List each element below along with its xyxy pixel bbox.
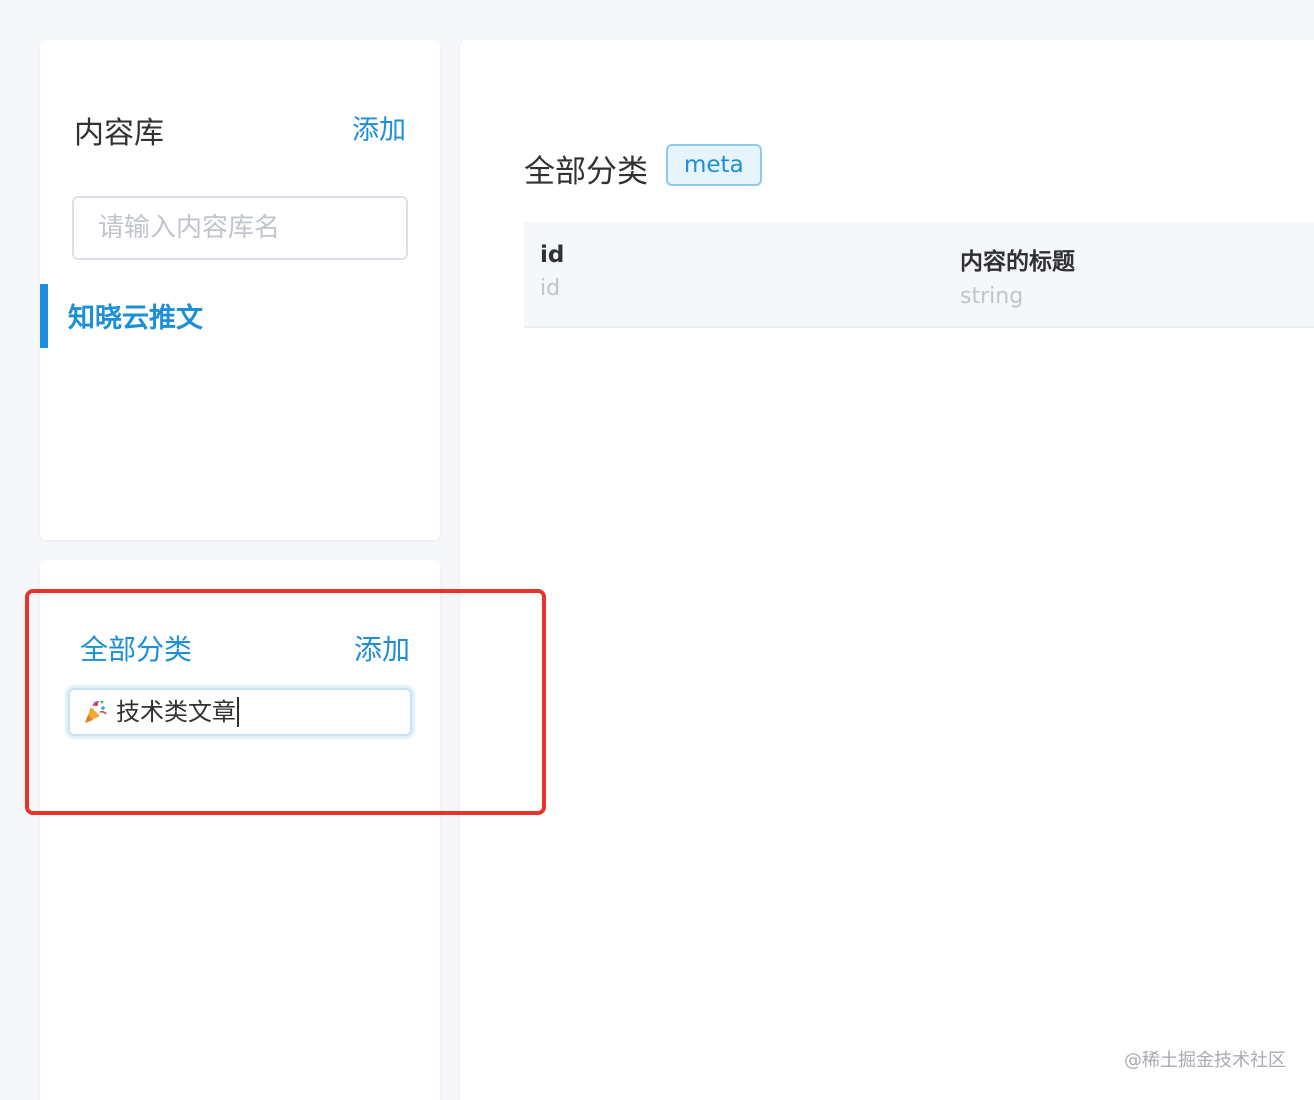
meta-tag[interactable]: meta (666, 144, 762, 186)
library-title: 内容库 (74, 116, 164, 151)
field-header-table: id id 内容的标题 string (524, 222, 1314, 328)
party-popper-icon (82, 699, 108, 725)
library-panel: 内容库 添加 知晓云推文 (40, 40, 440, 540)
add-library-button[interactable]: 添加 (352, 108, 406, 147)
watermark: @稀土掘金技术社区 (1124, 1050, 1286, 1071)
page-title: 全部分类 (524, 154, 648, 190)
add-category-button[interactable]: 添加 (354, 628, 410, 668)
content-panel: 全部分类 meta id id 内容的标题 string (460, 40, 1314, 1100)
text-caret (237, 697, 239, 727)
library-item-label: 知晓云推文 (68, 303, 203, 334)
new-category-value: 技术类文章 (116, 698, 236, 726)
category-panel: 全部分类 添加 技术类文章 (40, 560, 440, 1100)
field-type: string (960, 284, 1024, 309)
new-category-input[interactable]: 技术类文章 (68, 688, 412, 736)
library-item-zhixiaoyun[interactable]: 知晓云推文 (40, 284, 440, 348)
field-column-title: 内容的标题 string (960, 242, 1075, 309)
field-name: id (540, 242, 565, 268)
library-search-input[interactable] (72, 196, 408, 260)
field-column-id: id id (540, 242, 564, 301)
field-name: 内容的标题 (960, 249, 1075, 275)
all-categories-link[interactable]: 全部分类 (80, 628, 192, 668)
field-type: id (540, 276, 561, 301)
active-indicator (40, 284, 48, 348)
